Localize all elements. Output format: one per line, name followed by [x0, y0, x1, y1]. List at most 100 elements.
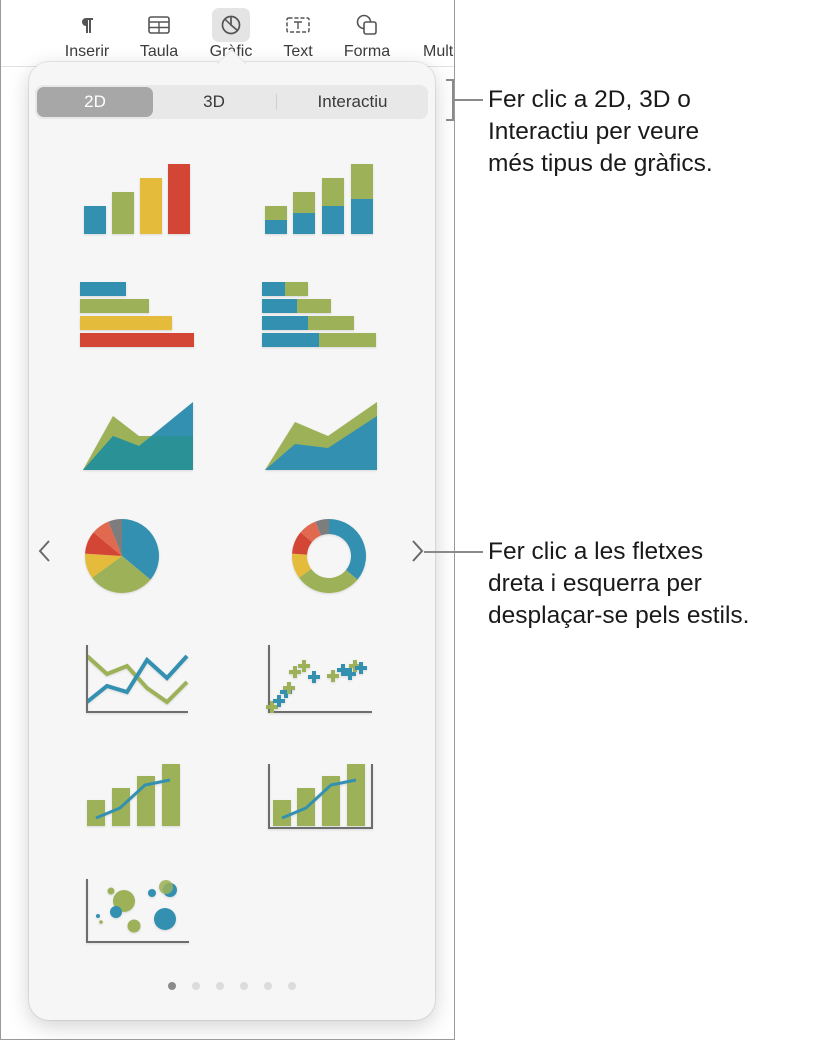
- page-dot[interactable]: [216, 982, 224, 990]
- column-bar: [84, 206, 106, 234]
- chart-type-area[interactable]: [73, 390, 203, 486]
- app-window: Inserir Taula Gràfic Text Forma: [0, 0, 455, 1040]
- page-dot[interactable]: [264, 982, 272, 990]
- line-chart-icon: [85, 645, 189, 713]
- mixed-bar: [162, 764, 180, 826]
- chart-type-mixed[interactable]: [73, 748, 203, 844]
- chart-type-stacked-area[interactable]: [255, 390, 385, 486]
- stacked-column-chart-icon: [265, 164, 373, 234]
- stack-right: [308, 316, 354, 330]
- toolbar-table-label: Taula: [139, 43, 179, 60]
- page-dot[interactable]: [288, 982, 296, 990]
- column-bar: [112, 192, 134, 234]
- bubble: [159, 880, 173, 894]
- toolbar-media-button[interactable]: Mult: [409, 6, 454, 62]
- table-icon: [140, 8, 178, 42]
- column-bar: [168, 164, 190, 234]
- chart-type-pie[interactable]: [73, 508, 203, 604]
- two-axis-chart-icon: [268, 764, 373, 829]
- chart-type-line[interactable]: [73, 630, 203, 726]
- chart-type-stacked-bar[interactable]: [255, 272, 385, 368]
- two-axis-bar: [347, 764, 365, 826]
- bar-chart-icon: [80, 282, 194, 347]
- mixed-line: [95, 778, 171, 820]
- shape-icon: [348, 8, 386, 42]
- chart-dimension-segmented-control: 2D 3D Interactiu: [35, 85, 428, 119]
- column-chart-icon: [84, 164, 190, 234]
- stack-top: [322, 178, 344, 206]
- chart-type-stacked-column[interactable]: [255, 154, 385, 250]
- chevron-left-icon: [38, 540, 50, 562]
- callout-segments-hint: Fer clic a 2D, 3D o Interactiu per veure…: [488, 84, 818, 180]
- bar: [80, 282, 126, 296]
- segment-interactive[interactable]: Interactiu: [279, 87, 426, 117]
- segment-3d[interactable]: 3D: [155, 87, 273, 117]
- stack-bottom: [265, 220, 287, 234]
- chart-type-bubble[interactable]: [73, 866, 203, 962]
- chart-type-column[interactable]: [73, 154, 203, 250]
- stacked-bar-chart-icon: [262, 282, 376, 347]
- text-box-icon: [279, 8, 317, 42]
- page-dot[interactable]: [168, 982, 176, 990]
- stacked-area-chart-icon: [265, 402, 377, 470]
- mixed-chart-icon: [87, 764, 180, 826]
- bubble: [110, 906, 122, 918]
- chart-icon: [212, 8, 250, 42]
- page-dot[interactable]: [192, 982, 200, 990]
- bar: [80, 299, 149, 313]
- stack-top: [265, 206, 287, 220]
- bar: [80, 333, 194, 347]
- toolbar-text-button[interactable]: Text: [264, 6, 332, 62]
- callout-leader-line: [424, 551, 483, 553]
- segment-2d[interactable]: 2D: [37, 87, 153, 117]
- stack-left: [262, 282, 285, 296]
- callout-line-text: Fer clic a 2D, 3D o: [488, 86, 691, 113]
- bar: [80, 316, 172, 330]
- chart-type-scatter[interactable]: [255, 630, 385, 726]
- toolbar-insert-button[interactable]: Inserir: [53, 6, 121, 62]
- chart-type-two-axis[interactable]: [255, 748, 385, 844]
- media-icon: [424, 8, 454, 42]
- toolbar-shape-label: Forma: [343, 43, 391, 60]
- callout-arrows-hint: Fer clic a les fletxes dreta i esquerra …: [488, 536, 818, 632]
- page-indicator: [29, 982, 435, 994]
- callout-line-text: dreta i esquerra per: [488, 570, 702, 597]
- callout-line-text: desplaçar-se pels estils.: [488, 602, 750, 629]
- toolbar-text-label: Text: [283, 43, 313, 60]
- page-dot[interactable]: [240, 982, 248, 990]
- toolbar-shape-button[interactable]: Forma: [333, 6, 401, 62]
- bubble: [154, 908, 176, 930]
- toolbar-insert-label: Inserir: [64, 43, 110, 60]
- bubble: [99, 920, 103, 924]
- area-chart-icon: [83, 402, 193, 470]
- previous-styles-button[interactable]: [33, 536, 57, 566]
- column-bar: [140, 178, 162, 234]
- callout-line-text: més tipus de gràfics.: [488, 150, 713, 177]
- chart-type-donut[interactable]: [255, 508, 385, 604]
- donut-slice: [329, 519, 366, 580]
- stack-bottom: [351, 199, 373, 234]
- toolbar-media-label: Mult: [423, 43, 454, 60]
- bubble-chart-icon: [86, 879, 189, 943]
- scatter-point: [308, 671, 320, 683]
- chart-type-bar[interactable]: [73, 272, 203, 368]
- stack-right: [285, 282, 308, 296]
- bubble: [107, 887, 115, 895]
- stack-bottom: [322, 206, 344, 234]
- segment-divider: [276, 94, 277, 110]
- bubble: [127, 919, 141, 933]
- stack-right: [297, 299, 331, 313]
- chart-picker-popover: 2D 3D Interactiu: [29, 48, 435, 1020]
- stack-right: [319, 333, 376, 347]
- callout-leader-line: [453, 99, 483, 101]
- stack-top: [293, 192, 315, 213]
- callout-line-text: Interactiu per veure: [488, 118, 700, 145]
- callout-bracket-bottom: [446, 119, 453, 121]
- two-axis-line: [281, 778, 357, 820]
- stack-left: [262, 299, 297, 313]
- stack-top: [351, 164, 373, 199]
- bubble: [96, 914, 100, 918]
- bubble: [148, 889, 156, 897]
- toolbar-table-button[interactable]: Taula: [125, 6, 193, 62]
- paragraph-icon: [68, 8, 106, 42]
